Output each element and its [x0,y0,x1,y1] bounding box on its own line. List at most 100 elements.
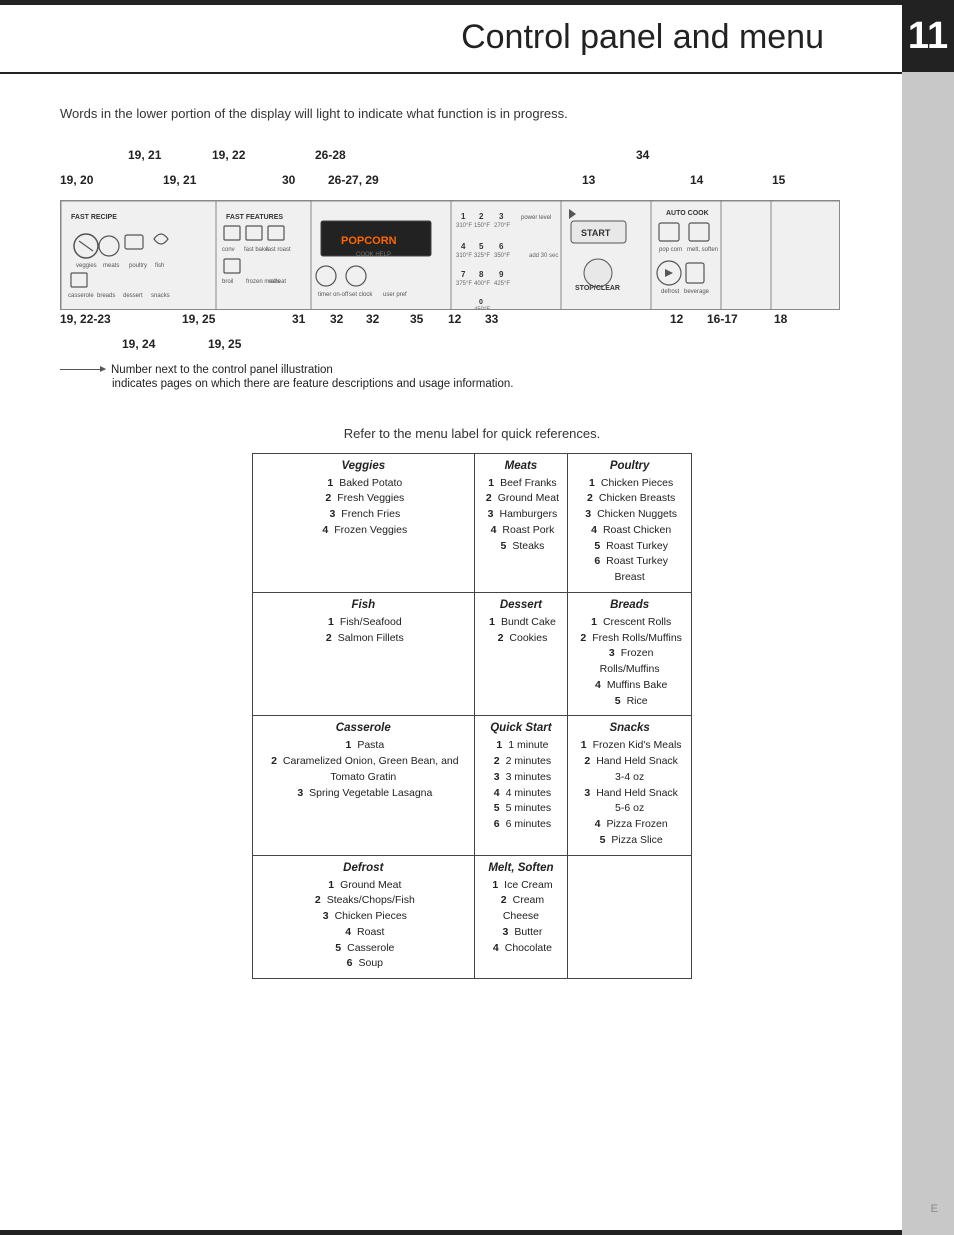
veggies-list: 1 Baked Potato 2 Fresh Veggies 3 French … [261,476,466,539]
list-item: 1 Ground Meat [261,878,466,894]
svg-text:2: 2 [479,212,484,221]
menu-row-4: Defrost 1 Ground Meat 2 Steaks/Chops/Fis… [253,855,692,979]
svg-text:veggies: veggies [76,263,97,269]
list-item: 1 Bundt Cake [483,615,560,631]
poultry-list: 1 Chicken Pieces 2 Chicken Breasts 3 Chi… [576,476,683,586]
fish-cell: Fish 1 Fish/Seafood 2 Salmon Fillets [253,592,475,716]
svg-text:7: 7 [461,270,466,279]
list-item: 2 Ground Meat [483,491,560,507]
label-12-b: 12 [670,312,683,326]
meats-header: Meats [483,460,560,474]
list-item: 2 Fresh Veggies [261,491,466,507]
label-34: 34 [636,148,649,162]
dessert-list: 1 Bundt Cake 2 Cookies [483,615,560,647]
dessert-cell: Dessert 1 Bundt Cake 2 Cookies [474,592,568,716]
svg-text:defrost: defrost [661,289,680,295]
top-labels-row1: 19, 21 19, 22 26-28 34 [60,148,840,172]
breads-list: 1 Crescent Rolls 2 Fresh Rolls/Muffins 3… [576,615,683,710]
defrost-cell: Defrost 1 Ground Meat 2 Steaks/Chops/Fis… [253,855,475,979]
poultry-header: Poultry [576,460,683,474]
svg-text:POPCORN: POPCORN [341,235,397,247]
svg-text:425°F: 425°F [494,281,510,287]
label-35: 35 [410,312,423,326]
label-19-25-bot1: 19, 25 [182,312,215,326]
svg-text:dessert: dessert [123,293,143,299]
page-number: 11 [902,0,954,72]
sidebar-bar [902,0,954,1235]
menu-table: Veggies 1 Baked Potato 2 Fresh Veggies 3… [252,453,692,980]
svg-text:1: 1 [461,212,466,221]
veggies-header: Veggies [261,460,466,474]
list-item: 2 Cookies [483,631,560,647]
svg-text:4: 4 [461,242,466,251]
list-item: 4 Roast [261,925,466,941]
svg-text:325°F: 325°F [474,253,490,259]
list-item: 4 4 minutes [483,786,560,802]
label-33: 33 [485,312,498,326]
description-text: Words in the lower portion of the displa… [60,104,884,124]
svg-text:pop corn: pop corn [659,247,682,253]
list-item: 3 3 minutes [483,770,560,786]
label-19-22-23: 19, 22-23 [60,312,111,326]
control-panel-diagram: FAST RECIPE veggies meats poultry fish c… [60,200,840,310]
diagram-wrapper: 19, 21 19, 22 26-28 34 19, 20 19, 21 30 … [60,148,840,359]
meats-cell: Meats 1 Beef Franks 2 Ground Meat 3 Hamb… [474,453,568,592]
label-19-24: 19, 24 [122,337,155,351]
ref-line: Number next to the control panel illustr… [60,364,884,376]
svg-text:AUTO COOK: AUTO COOK [666,210,709,217]
svg-text:150°F: 150°F [474,223,490,229]
list-item: 1 Fish/Seafood [261,615,466,631]
svg-text:reheat: reheat [269,279,286,285]
list-item: 1 Crescent Rolls [576,615,683,631]
svg-text:375°F: 375°F [456,281,472,287]
meltsoften-cell: Melt, Soften 1 Ice Cream 2 Cream Cheese … [474,855,568,979]
svg-text:450°F: 450°F [474,307,490,310]
meltsoften-header: Melt, Soften [483,862,560,876]
list-item: 3 Chicken Pieces [261,909,466,925]
menu-row-1: Veggies 1 Baked Potato 2 Fresh Veggies 3… [253,453,692,592]
list-item: 2 Hand Held Snack 3-4 oz [576,754,683,786]
list-item: 3 Spring Vegetable Lasagna [261,786,466,802]
ref-text: Number next to the control panel illustr… [111,364,333,376]
label-16-17: 16-17 [707,312,738,326]
label-19-25-bot2: 19, 25 [208,337,241,351]
snacks-cell: Snacks 1 Frozen Kid's Meals 2 Hand Held … [568,716,692,855]
svg-text:fish: fish [155,263,164,269]
casserole-cell: Casserole 1 Pasta 2 Caramelized Onion, G… [253,716,475,855]
menu-label-section: Refer to the menu label for quick refere… [60,426,884,980]
label-14: 14 [690,173,703,187]
svg-text:beverage: beverage [684,289,710,295]
list-item: 1 Pasta [261,738,466,754]
label-19-21-top2: 19, 21 [163,173,196,187]
svg-text:timer on-off: timer on-off [318,292,349,298]
label-26-27-29: 26-27, 29 [328,173,379,187]
defrost-list: 1 Ground Meat 2 Steaks/Chops/Fish 3 Chic… [261,878,466,973]
svg-text:0: 0 [479,299,483,306]
breads-cell: Breads 1 Crescent Rolls 2 Fresh Rolls/Mu… [568,592,692,716]
list-item: 3 Butter [483,925,560,941]
page-letter: E [931,1203,938,1215]
svg-text:270°F: 270°F [494,223,510,229]
menu-row-2: Fish 1 Fish/Seafood 2 Salmon Fillets Des… [253,592,692,716]
list-item: 3 Frozen Rolls/Muffins [576,646,683,678]
label-26-28: 26-28 [315,148,346,162]
list-item: 4 Muffins Bake [576,678,683,694]
svg-text:6: 6 [499,242,504,251]
label-32-b: 32 [366,312,379,326]
label-15: 15 [772,173,785,187]
list-item: 2 Steaks/Chops/Fish [261,893,466,909]
list-item: 4 Pizza Frozen [576,817,683,833]
quickstart-list: 1 1 minute 2 2 minutes 3 3 minutes 4 4 m… [483,738,560,833]
list-item: 6 6 minutes [483,817,560,833]
label-19-21-top: 19, 21 [128,148,161,162]
list-item: 3 Hand Held Snack 5-6 oz [576,786,683,818]
meats-list: 1 Beef Franks 2 Ground Meat 3 Hamburgers… [483,476,560,555]
diagram-area: 19, 21 19, 22 26-28 34 19, 20 19, 21 30 … [60,148,884,390]
top-labels-row2: 19, 20 19, 21 30 26-27, 29 13 14 15 [60,173,840,199]
list-item: 5 Casserole [261,941,466,957]
label-12-a: 12 [448,312,461,326]
svg-text:casserole: casserole [68,293,94,299]
casserole-header: Casserole [261,722,466,736]
svg-text:fast roast: fast roast [266,247,291,253]
list-item: 2 Salmon Fillets [261,631,466,647]
